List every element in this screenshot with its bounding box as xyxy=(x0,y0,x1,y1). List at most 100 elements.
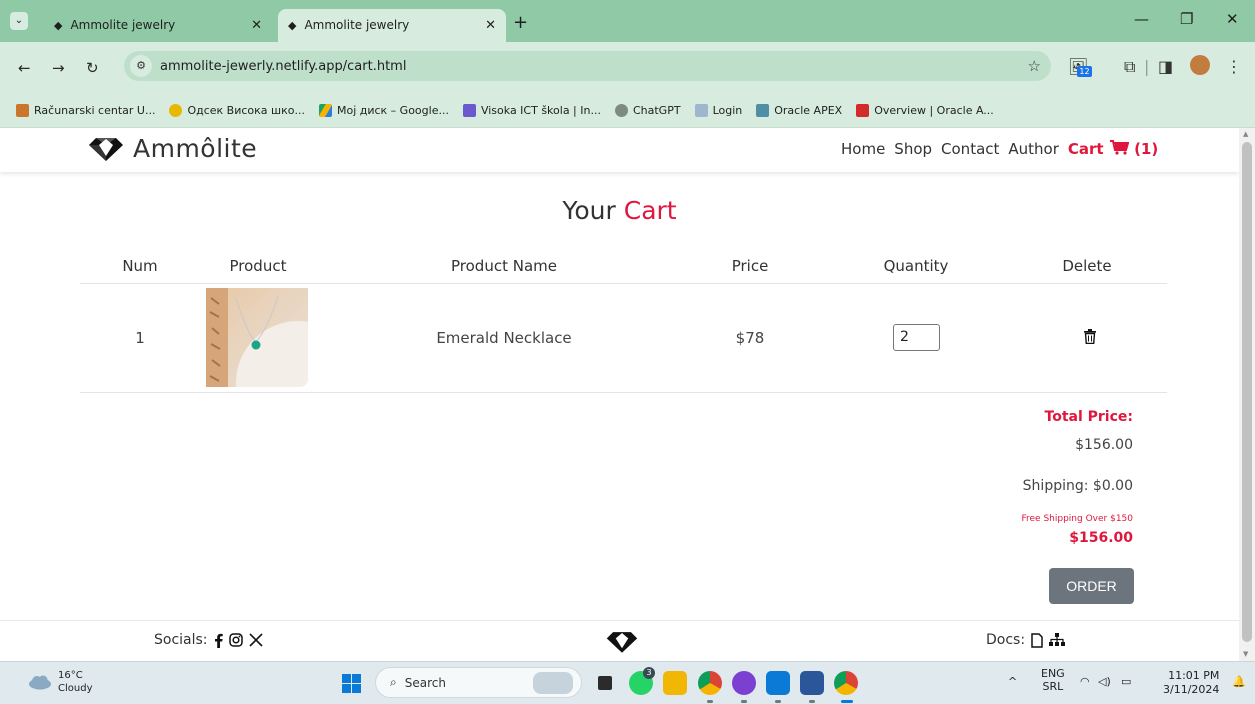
bookmark-star-icon[interactable]: ☆ xyxy=(1028,57,1041,75)
vscode-icon[interactable] xyxy=(766,671,790,695)
trash-icon xyxy=(1084,329,1096,345)
language-indicator[interactable]: ENG SRL xyxy=(1041,667,1065,693)
task-view-icon[interactable] xyxy=(598,676,612,690)
bookmark-label: Мој диск – Google... xyxy=(336,104,449,117)
weather-widget[interactable]: 16°C Cloudy xyxy=(28,669,92,695)
github-desktop-icon[interactable] xyxy=(732,671,756,695)
order-button[interactable]: ORDER xyxy=(1049,568,1134,604)
diamond-logo-icon xyxy=(89,137,123,161)
browser-tab[interactable]: ◆ Ammolite jewelry ✕ xyxy=(44,9,272,42)
notification-bell-icon[interactable]: 🔔 xyxy=(1232,675,1246,688)
bookmark-item[interactable]: Overview | Oracle A... xyxy=(856,104,994,117)
new-tab-button[interactable]: + xyxy=(513,12,528,33)
side-panel-icon[interactable]: ◨ xyxy=(1158,57,1173,76)
battery-icon[interactable]: ▭ xyxy=(1121,675,1131,688)
bookmarks-bar: Računarski centar U... Одсек Висока шко.… xyxy=(0,94,1255,128)
wifi-icon[interactable]: ◠ xyxy=(1080,675,1090,688)
menu-kebab-icon[interactable]: ⋮ xyxy=(1226,57,1242,76)
shipping-cost: Shipping: $0.00 xyxy=(1022,478,1133,494)
bookmark-item[interactable]: Računarski centar U... xyxy=(16,104,155,117)
page-title-prefix: Your xyxy=(562,196,616,225)
close-window-button[interactable]: ✕ xyxy=(1226,10,1239,28)
chatgpt-icon xyxy=(614,104,628,117)
bookmark-label: ChatGPT xyxy=(632,104,681,117)
whatsapp-badge: 3 xyxy=(643,667,655,679)
scroll-down-arrow-icon[interactable]: ▼ xyxy=(1243,650,1248,658)
nav-contact[interactable]: Contact xyxy=(941,140,999,158)
windows-start-icon[interactable] xyxy=(342,674,361,693)
brand-name: Ammôlite xyxy=(133,134,258,163)
table-divider xyxy=(80,283,1167,284)
bookmark-label: Visoka ICT škola | In... xyxy=(480,104,601,117)
search-placeholder: Search xyxy=(404,675,446,690)
cart-icon xyxy=(1109,140,1130,155)
nav-cart[interactable]: Cart (1) xyxy=(1068,140,1158,158)
necklace-image xyxy=(206,288,308,387)
column-header-product: Product xyxy=(229,257,287,275)
scroll-thumb[interactable] xyxy=(1242,142,1252,642)
bookmark-item[interactable]: Login xyxy=(694,104,742,117)
keyboard-layout: SRL xyxy=(1042,680,1064,693)
nav-shop[interactable]: Shop xyxy=(894,140,932,158)
address-bar[interactable]: ⚙ ammolite-jewerly.netlify.app/cart.html… xyxy=(124,51,1051,81)
restore-button[interactable]: ❐ xyxy=(1180,10,1193,28)
windows-taskbar: 16°C Cloudy ⌕ Search 3 ^ ENG SRL ◠ ◁) ▭ … xyxy=(0,661,1255,704)
taskbar-search[interactable]: ⌕ Search xyxy=(375,667,582,698)
total-price-label: Total Price: xyxy=(1044,409,1133,425)
bookmark-item[interactable]: ChatGPT xyxy=(614,104,681,117)
weather-condition: Cloudy xyxy=(58,683,93,694)
extensions-puzzle-icon[interactable]: ⧉ xyxy=(1124,57,1135,77)
system-clock[interactable]: 11:01 PM 3/11/2024 xyxy=(1163,669,1219,697)
volume-icon[interactable]: ◁) xyxy=(1098,675,1111,688)
profile-avatar[interactable] xyxy=(1190,55,1210,75)
minimize-button[interactable]: — xyxy=(1134,10,1149,28)
scroll-up-arrow-icon[interactable]: ▲ xyxy=(1243,130,1248,138)
oracle-icon xyxy=(856,104,870,117)
reload-button[interactable]: ↻ xyxy=(86,59,99,77)
language-code: ENG xyxy=(1041,667,1065,680)
url-text[interactable]: ammolite-jewerly.netlify.app/cart.html xyxy=(160,59,406,74)
instagram-icon[interactable] xyxy=(228,633,243,647)
column-header-num: Num xyxy=(122,257,158,275)
bookmark-item[interactable]: Oracle APEX xyxy=(756,104,842,117)
chrome-icon[interactable] xyxy=(698,671,722,695)
page-icon xyxy=(694,104,708,117)
nav-cart-label: Cart xyxy=(1067,140,1104,158)
forward-button[interactable]: → xyxy=(52,59,65,77)
total-price-value: $156.00 xyxy=(1075,437,1133,453)
page-title: Your Cart xyxy=(0,196,1239,225)
back-button[interactable]: ← xyxy=(18,59,31,77)
page-title-accent: Cart xyxy=(623,196,677,225)
bookmark-item[interactable]: Visoka ICT škola | In... xyxy=(462,104,601,117)
nav-author[interactable]: Author xyxy=(1008,140,1059,158)
running-indicator xyxy=(775,700,781,703)
bookmark-label: Одсек Висока шко... xyxy=(187,104,305,117)
browser-tab-active[interactable]: ◆ Ammolite jewelry ✕ xyxy=(278,9,506,42)
site-logo[interactable]: Ammôlite xyxy=(87,134,257,163)
document-icon[interactable] xyxy=(1031,632,1043,648)
nav-home[interactable]: Home xyxy=(841,140,885,158)
sitemap-icon[interactable] xyxy=(1049,633,1066,647)
bookmark-item[interactable]: Мој диск – Google... xyxy=(318,104,449,117)
tab-search-button[interactable]: ⌄ xyxy=(10,12,28,30)
x-twitter-icon[interactable] xyxy=(248,633,263,647)
facebook-icon[interactable] xyxy=(214,633,223,648)
close-tab-icon[interactable]: ✕ xyxy=(251,9,262,42)
word-icon[interactable] xyxy=(800,671,824,695)
close-tab-icon[interactable]: ✕ xyxy=(485,9,496,42)
product-price: $78 xyxy=(735,329,765,347)
running-indicator xyxy=(809,700,815,703)
footer-diamond-icon xyxy=(605,630,639,658)
tray-overflow-chevron-icon[interactable]: ^ xyxy=(1008,675,1017,688)
quantity-input[interactable]: 2 xyxy=(893,324,940,351)
delete-button[interactable] xyxy=(1084,329,1096,348)
clock-date: 3/11/2024 xyxy=(1163,683,1220,696)
bookmark-label: Oracle APEX xyxy=(774,104,843,117)
bookmark-item[interactable]: Одсек Висока шко... xyxy=(169,104,305,117)
tab-title: Ammolite jewelry xyxy=(70,18,176,32)
file-explorer-icon[interactable] xyxy=(663,671,687,695)
page-scrollbar[interactable]: ▲ ▼ xyxy=(1239,128,1255,661)
chrome-profile-icon[interactable] xyxy=(834,671,858,695)
bookmark-icon xyxy=(16,104,29,117)
site-info-icon[interactable]: ⚙ xyxy=(130,55,152,77)
